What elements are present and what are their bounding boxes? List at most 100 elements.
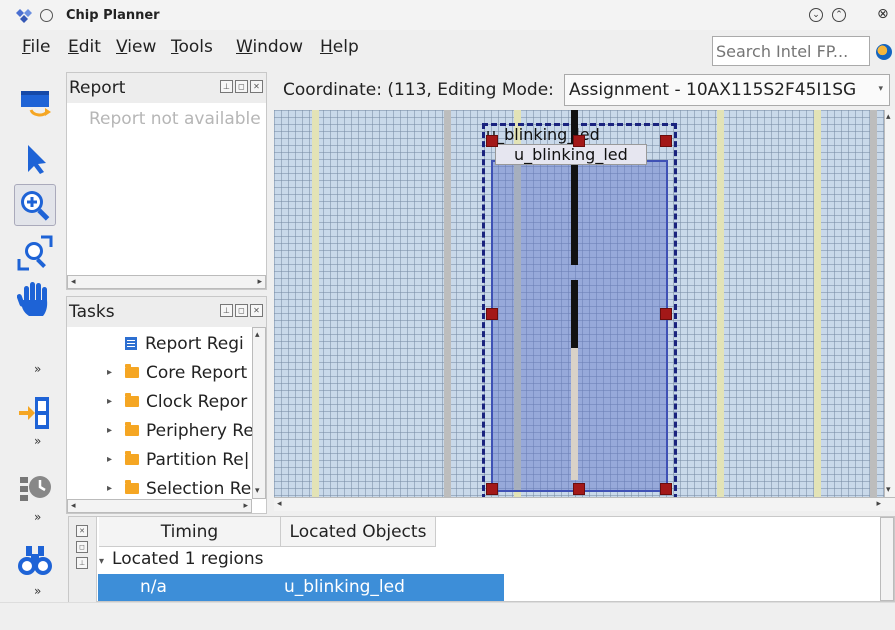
task-item-core-reports[interactable]: ▸ Core Report — [107, 358, 247, 387]
task-item-label: Core Report — [146, 362, 248, 383]
close-window-button[interactable]: ⊗ — [877, 6, 889, 22]
maximize-button[interactable]: ⌃ — [832, 8, 846, 22]
resource-column — [870, 110, 877, 497]
float-icon[interactable]: ◻ — [76, 541, 88, 553]
expand-arrow-icon[interactable]: ▸ — [107, 367, 117, 378]
menu-window[interactable]: Window — [236, 37, 303, 57]
window-title: Chip Planner — [66, 8, 160, 23]
timing-cell: n/a — [140, 577, 167, 597]
zoom-region-tool[interactable] — [14, 232, 56, 274]
zoom-in-tool[interactable] — [14, 184, 56, 226]
folder-icon — [125, 393, 139, 407]
resize-handle[interactable] — [486, 135, 498, 147]
close-icon[interactable]: ✕ — [76, 525, 88, 537]
resize-handle[interactable] — [660, 308, 672, 320]
timing-tool[interactable] — [14, 466, 56, 508]
pin-icon[interactable]: ⊥ — [220, 304, 233, 317]
scroll-down-icon[interactable]: ▾ — [255, 486, 260, 496]
chip-canvas[interactable]: u_blinking_led u_blinking_led — [274, 110, 884, 497]
pin-icon[interactable]: ⊥ — [220, 80, 233, 93]
collapse-arrow-icon[interactable]: ▾ — [99, 556, 104, 567]
located-vertical-scrollbar[interactable] — [880, 517, 894, 601]
globe-icon[interactable] — [876, 44, 892, 60]
task-item-label: Periphery Re — [146, 420, 254, 441]
task-item-clock-reports[interactable]: ▸ Clock Repor — [107, 387, 247, 416]
close-icon[interactable]: ✕ — [250, 304, 263, 317]
expand-arrow-icon[interactable]: ▸ — [107, 425, 117, 436]
scroll-right-icon[interactable]: ▸ — [876, 499, 881, 509]
resource-strip — [571, 280, 578, 348]
scroll-up-icon[interactable]: ▴ — [255, 330, 260, 340]
zoom-in-icon — [21, 191, 50, 221]
float-icon[interactable]: ◻ — [235, 80, 248, 93]
scroll-right-icon[interactable]: ▸ — [257, 277, 262, 287]
report-panel: Report ⊥ ◻ ✕ Report not available ◂ ▸ — [66, 72, 267, 290]
task-item-label: Clock Repor — [146, 391, 248, 412]
expand-arrow-icon[interactable]: ▸ — [107, 396, 117, 407]
resize-handle[interactable] — [660, 483, 672, 495]
scroll-down-icon[interactable]: ▾ — [886, 485, 891, 495]
menu-tools[interactable]: Tools — [171, 37, 213, 57]
scroll-up-icon[interactable]: ▴ — [886, 112, 891, 122]
task-item-report-regions[interactable]: Report Regi — [125, 329, 244, 358]
select-arrow-icon — [28, 145, 46, 174]
scroll-left-icon[interactable]: ◂ — [71, 501, 76, 511]
menu-help[interactable]: Help — [320, 37, 359, 57]
app-logo-icon — [16, 9, 32, 23]
resize-handle[interactable] — [573, 135, 585, 147]
report-panel-title: Report — [69, 78, 126, 98]
view-toolbar: Coordinate: (113, Editing Mode: Assignme… — [273, 72, 895, 108]
scroll-left-icon[interactable]: ◂ — [277, 499, 282, 509]
resize-handle[interactable] — [660, 135, 672, 147]
minimize-button[interactable]: ⌄ — [809, 8, 823, 22]
resize-handle[interactable] — [486, 483, 498, 495]
left-toolbar: » » » » — [0, 70, 64, 630]
expand-chevron-icon[interactable]: » — [34, 584, 41, 598]
float-icon[interactable]: ◻ — [235, 304, 248, 317]
tasks-vertical-scrollbar[interactable]: ▴ ▾ — [252, 327, 266, 499]
insert-column-tool[interactable] — [14, 392, 56, 434]
find-tool[interactable] — [14, 540, 56, 582]
canvas-vertical-scrollbar[interactable]: ▴ ▾ — [884, 110, 895, 497]
scroll-right-icon[interactable]: ▸ — [243, 501, 248, 511]
folder-icon — [125, 451, 139, 465]
editing-mode-select[interactable]: Assignment - 10AX115S2F45I1SG ▾ — [564, 74, 890, 106]
expand-arrow-icon[interactable]: ▸ — [107, 454, 117, 465]
pan-tool[interactable] — [14, 278, 56, 320]
folder-icon — [125, 364, 139, 378]
resize-handle[interactable] — [573, 483, 585, 495]
resize-handle[interactable] — [486, 308, 498, 320]
task-item-partition-reports[interactable]: ▸ Partition Re| — [107, 445, 250, 474]
menu-file[interactable]: File — [22, 37, 50, 57]
report-horizontal-scrollbar[interactable]: ◂ ▸ — [67, 275, 266, 289]
located-group-row[interactable]: ▾ Located 1 regions — [99, 549, 264, 569]
column-header-timing[interactable]: Timing — [99, 517, 281, 547]
pin-window-icon[interactable] — [40, 9, 53, 22]
close-icon[interactable]: ✕ — [250, 80, 263, 93]
menu-view[interactable]: View — [116, 37, 156, 57]
dropdown-arrow-icon[interactable]: ▾ — [878, 84, 883, 94]
select-tool[interactable] — [14, 138, 56, 180]
canvas-horizontal-scrollbar[interactable]: ◂ ▸ — [274, 497, 895, 511]
task-item-label: Selection Re — [146, 478, 252, 499]
tasks-horizontal-scrollbar[interactable]: ◂ ▸ — [67, 499, 252, 513]
search-input[interactable] — [712, 36, 870, 66]
resource-column — [814, 110, 821, 497]
report-empty-message: Report not available — [89, 109, 261, 129]
expand-arrow-icon[interactable]: ▸ — [107, 483, 117, 494]
expand-chevron-icon[interactable]: » — [34, 434, 41, 448]
title-bar: Chip Planner ⌄ ⌃ ⊗ — [0, 0, 895, 30]
tasks-panel-title: Tasks — [69, 302, 115, 322]
floorplan-tool[interactable] — [14, 84, 56, 126]
pin-icon[interactable]: ⊥ — [76, 557, 88, 569]
column-header-located-objects[interactable]: Located Objects — [281, 517, 436, 547]
table-row[interactable]: n/a u_blinking_led — [98, 574, 504, 601]
scroll-left-icon[interactable]: ◂ — [71, 277, 76, 287]
expand-chevron-icon[interactable]: » — [34, 510, 41, 524]
menu-edit[interactable]: Edit — [68, 37, 101, 57]
located-object-cell: u_blinking_led — [284, 577, 405, 597]
zoom-region-icon — [17, 235, 53, 271]
expand-chevron-icon[interactable]: » — [34, 362, 41, 376]
region-placement-area[interactable] — [491, 160, 668, 492]
task-item-periphery-reports[interactable]: ▸ Periphery Re — [107, 416, 254, 445]
